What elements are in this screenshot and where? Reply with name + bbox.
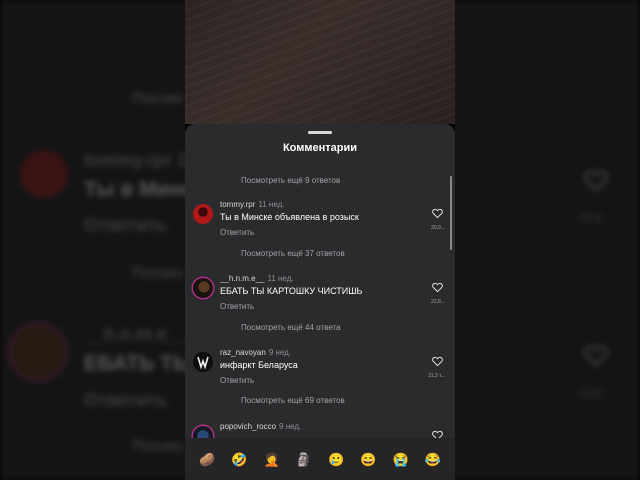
logo-icon <box>197 356 209 370</box>
comment-text: инфаркт Беларуса <box>220 360 298 370</box>
bg-avatar <box>8 322 68 382</box>
bg-like-count: 22,8... <box>578 386 612 400</box>
emoji-smile-tear-button[interactable]: 🥲 <box>328 453 344 466</box>
reply-button[interactable]: Ответить <box>220 228 254 237</box>
emoji-sob-button[interactable]: 😭 <box>393 453 409 466</box>
avatar[interactable] <box>193 278 213 298</box>
heart-icon[interactable] <box>432 356 443 367</box>
view-more-replies[interactable]: Посмотреть ещё 37 ответов <box>241 249 345 258</box>
comment-item: raz_navoyan 9 нед. инфаркт Беларуса Ответ… <box>185 348 455 392</box>
emoji-potato-button[interactable]: 🥔 <box>199 453 215 466</box>
emoji-moai-button[interactable]: 🗿 <box>296 453 312 466</box>
reply-button[interactable]: Ответить <box>220 376 254 385</box>
view-more-replies[interactable]: Посмотреть ещё 44 ответа <box>241 323 340 332</box>
emoji-facepalm-button[interactable]: 🤦 <box>264 453 280 466</box>
like-count: 31,3 т... <box>427 373 445 379</box>
phone-screen: Комментарии Посмотреть ещё 9 ответов tom… <box>185 0 455 480</box>
comment-text: Ты в Минске объявлена в розыск <box>220 212 359 222</box>
username-text[interactable]: __h.n.m.e__ <box>220 274 264 283</box>
view-more-replies[interactable]: Посмотреть ещё 9 ответов <box>241 176 340 185</box>
comment-username[interactable]: __h.n.m.e__ 11 нед. <box>220 274 294 283</box>
bg-text: Ответить <box>84 215 168 235</box>
avatar[interactable] <box>193 352 213 372</box>
comment-username[interactable]: popovich_rocco 9 нед. <box>220 422 301 431</box>
like-count: 22,8... <box>431 299 445 305</box>
avatar[interactable] <box>193 204 213 224</box>
sheet-title: Комментарии <box>282 142 358 154</box>
bg-text: __h.n.m.e__ <box>84 324 188 344</box>
comment-time: 11 нед. <box>258 200 285 209</box>
bg-heart-icon <box>584 170 608 192</box>
comment-time: 9 нед. <box>268 348 292 357</box>
comment-username[interactable]: tommy.rpr 11 нед. <box>220 200 285 209</box>
video-preview[interactable] <box>185 0 455 124</box>
view-more-replies[interactable]: Посмотреть ещё 69 ответов <box>241 396 345 405</box>
like-count: 20,9... <box>431 225 445 231</box>
bg-text: ЕБАТЬ ТЫ <box>84 352 194 375</box>
bg-text: Ответить <box>84 390 168 410</box>
emoji-bar: 🥔 🤣 🤦 🗿 🥲 😄 😭 😂 <box>185 438 455 480</box>
comment-username[interactable]: raz_navoyan 9 нед. <box>220 348 291 357</box>
username-text[interactable]: raz_navoyan <box>220 348 266 357</box>
comment-time: 9 нед. <box>279 422 302 431</box>
sheet-drag-handle[interactable] <box>308 131 332 134</box>
heart-icon[interactable] <box>432 208 443 219</box>
bg-avatar <box>20 150 68 198</box>
emoji-rofl-button[interactable]: 🤣 <box>231 453 247 466</box>
username-text[interactable]: tommy.rpr <box>220 200 255 209</box>
comment-time: 11 нед. <box>267 274 294 283</box>
comment-text: ЕБАТЬ ТЫ КАРТОШКУ ЧИСТИШЬ <box>220 286 363 296</box>
bg-heart-icon <box>584 345 608 367</box>
heart-icon[interactable] <box>432 282 443 293</box>
emoji-joy-button[interactable]: 😂 <box>425 453 441 466</box>
emoji-grin-button[interactable]: 😄 <box>360 453 376 466</box>
comments-sheet: Комментарии Посмотреть ещё 9 ответов tom… <box>185 124 455 480</box>
bg-like-count: 20,9... <box>578 211 612 225</box>
reply-button[interactable]: Ответить <box>220 302 254 311</box>
username-text[interactable]: popovich_rocco <box>220 422 276 431</box>
bg-text: Посмо <box>132 90 184 107</box>
comment-item: tommy.rpr 11 нед. Ты в Минске объявлена в… <box>185 200 455 244</box>
comment-item: __h.n.m.e__ 11 нед. ЕБАТЬ ТЫ КАРТОШКУ ЧИС… <box>185 274 455 318</box>
bg-text: Посмо <box>132 265 184 282</box>
bg-text: tommy.rpr 11 <box>84 150 196 170</box>
bg-text: Посмо <box>132 438 184 455</box>
